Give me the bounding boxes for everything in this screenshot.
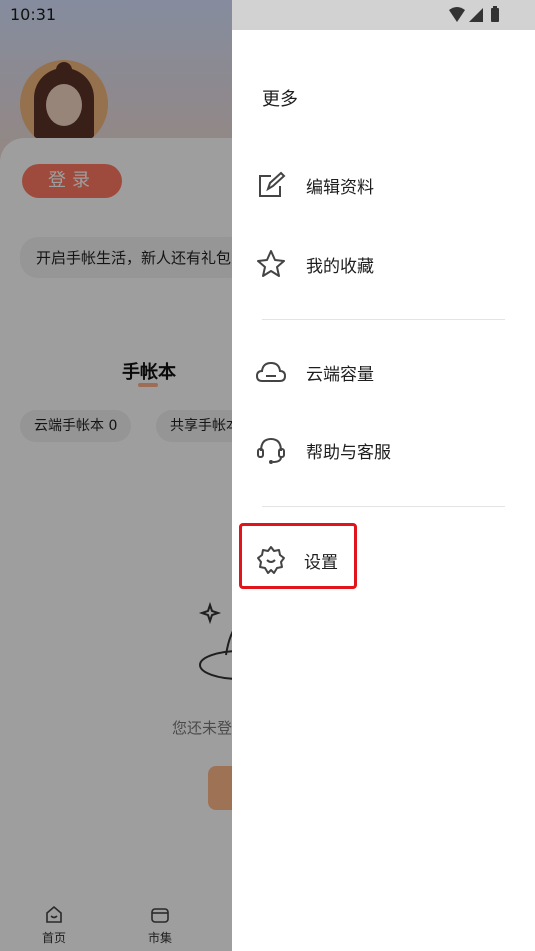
menu-item-label: 我的收藏 <box>306 257 374 277</box>
side-drawer: 更多 编辑资料 我的收藏 云端容量 帮助与客服 设置 <box>232 30 535 951</box>
cloud-icon <box>256 361 286 382</box>
battery-icon <box>491 8 499 22</box>
edit-icon <box>259 171 286 197</box>
status-time: 10:31 <box>10 5 57 24</box>
menu-item-favorites[interactable]: 我的收藏 <box>232 239 535 289</box>
drawer-title: 更多 <box>262 89 298 110</box>
menu-item-cloud-storage[interactable]: 云端容量 <box>232 347 535 397</box>
settings-highlight-box <box>239 523 357 589</box>
menu-item-label: 帮助与客服 <box>306 443 391 463</box>
divider <box>262 319 505 320</box>
wifi-icon <box>449 7 465 22</box>
star-icon <box>257 250 285 277</box>
divider <box>262 506 505 507</box>
status-icons <box>449 6 499 22</box>
menu-item-label: 编辑资料 <box>306 178 374 198</box>
menu-item-help[interactable]: 帮助与客服 <box>232 425 535 475</box>
headset-icon <box>257 437 285 464</box>
menu-item-label: 云端容量 <box>306 365 374 385</box>
status-bar: 10:31 <box>0 0 535 30</box>
signal-icon <box>469 8 483 22</box>
menu-item-edit-profile[interactable]: 编辑资料 <box>232 160 535 210</box>
